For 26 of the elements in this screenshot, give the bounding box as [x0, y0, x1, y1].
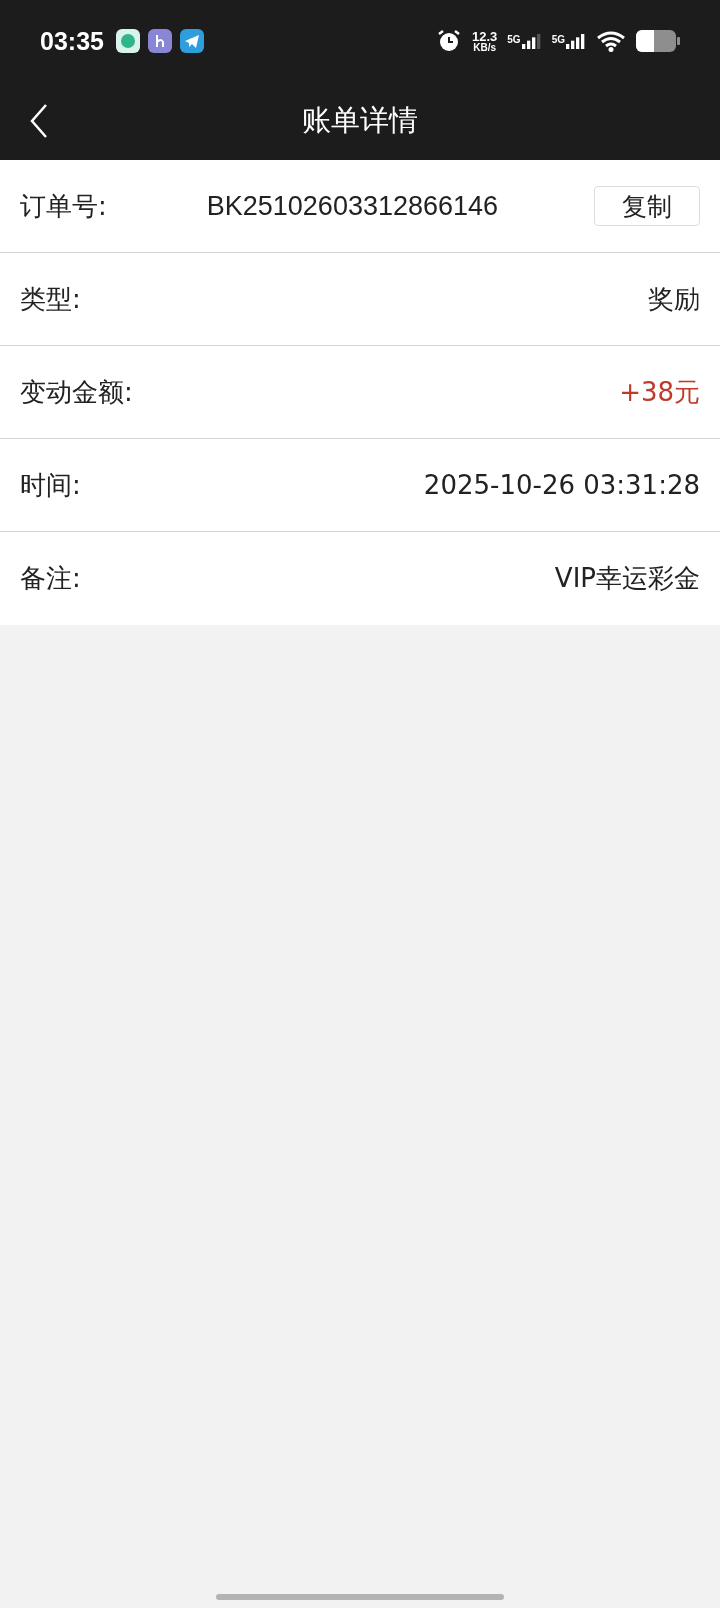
field-value: VIP幸运彩金: [554, 562, 700, 595]
signal-icon: [521, 33, 542, 49]
network-type: 5G: [551, 33, 565, 45]
network-speed: 12.3: [472, 29, 498, 43]
paper-plane-icon: [179, 29, 204, 53]
wifi-icon: [596, 30, 626, 52]
back-icon[interactable]: [29, 103, 49, 139]
field-label: 变动金额:: [20, 375, 133, 409]
page-title: 账单详情: [302, 102, 418, 139]
field-value: 奖励: [648, 282, 700, 316]
amount-value: +38元: [619, 375, 700, 409]
network-type: 5G: [507, 33, 521, 45]
alarm-icon: [436, 28, 462, 54]
field-label: 订单号:: [20, 189, 107, 223]
signal-icon: [566, 33, 586, 49]
app-icon: [147, 29, 172, 53]
order-number: BK25102603312866146: [206, 190, 499, 222]
clock: 03:35: [40, 26, 104, 56]
chat-app-icon: [115, 29, 140, 53]
field-label: 备注:: [20, 562, 81, 595]
field-label: 类型:: [20, 282, 81, 316]
copy-button[interactable]: 复制: [594, 186, 700, 226]
battery-icon: [636, 30, 680, 52]
network-speed-unit: KB/s: [473, 42, 497, 53]
field-value: 2025-10-26 03:31:28: [423, 470, 700, 500]
field-label: 时间:: [20, 468, 81, 502]
